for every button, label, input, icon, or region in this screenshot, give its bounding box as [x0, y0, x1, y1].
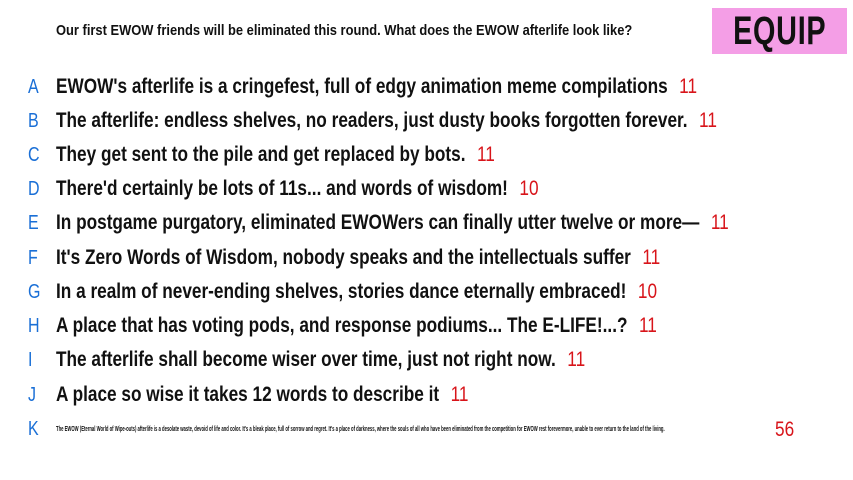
word-count: 11 — [642, 246, 661, 269]
response-letter: E — [28, 212, 39, 234]
response-letter: I — [28, 349, 33, 371]
response-row-e: E In postgame purgatory, eliminated EWOW… — [0, 208, 853, 238]
response-letter: F — [28, 247, 38, 269]
response-row-f: F It's Zero Words of Wisdom, nobody spea… — [0, 243, 853, 273]
response-text: EWOW's afterlife is a cringefest, full o… — [56, 75, 668, 98]
response-line: The afterlife: endless shelves, no reade… — [56, 109, 717, 133]
response-row-d: D There'd certainly be lots of 11s... an… — [0, 174, 853, 204]
word-count: 10 — [519, 177, 539, 200]
response-text: The EWOW (Eternal World of Wipe-outs) af… — [56, 424, 665, 433]
word-count: 11 — [679, 75, 698, 98]
response-row-g: G In a realm of never-ending shelves, st… — [0, 277, 853, 307]
response-letter: G — [28, 281, 41, 303]
response-letter: K — [28, 418, 39, 440]
response-letter: A — [28, 76, 39, 98]
response-line: In postgame purgatory, eliminated EWOWer… — [56, 211, 729, 235]
response-line: It's Zero Words of Wisdom, nobody speaks… — [56, 246, 660, 270]
response-letter: H — [28, 315, 40, 337]
response-text: The afterlife: endless shelves, no reade… — [56, 109, 688, 132]
word-count: 56 — [775, 418, 795, 441]
response-row-j: J A place so wise it takes 12 words to d… — [0, 380, 853, 410]
response-line: EWOW's afterlife is a cringefest, full o… — [56, 75, 697, 99]
response-text: It's Zero Words of Wisdom, nobody speaks… — [56, 246, 631, 269]
response-text: The afterlife shall become wiser over ti… — [56, 348, 556, 371]
response-row-c: C They get sent to the pile and get repl… — [0, 140, 853, 170]
prompt-text: Our first EWOW friends will be eliminate… — [56, 22, 633, 39]
word-count: 11 — [638, 314, 657, 337]
response-line: A place so wise it takes 12 words to des… — [56, 383, 468, 407]
response-line: A place that has voting pods, and respon… — [56, 314, 657, 338]
response-row-b: B The afterlife: endless shelves, no rea… — [0, 106, 853, 136]
equip-logo-label: EQUIP — [732, 8, 827, 53]
response-row-h: H A place that has voting pods, and resp… — [0, 311, 853, 341]
word-count: 11 — [699, 109, 717, 132]
word-count: 11 — [450, 383, 469, 406]
word-count: 11 — [477, 143, 495, 166]
response-text: There'd certainly be lots of 11s... and … — [56, 177, 508, 200]
response-text: A place that has voting pods, and respon… — [56, 314, 628, 337]
response-text: In a realm of never-ending shelves, stor… — [56, 280, 627, 303]
response-row-k: K The EWOW (Eternal World of Wipe-outs) … — [0, 414, 853, 444]
word-count: 11 — [710, 211, 729, 234]
response-line: They get sent to the pile and get replac… — [56, 143, 495, 167]
response-letter: C — [28, 144, 40, 166]
equip-logo: EQUIP — [712, 8, 847, 54]
response-line: The afterlife shall become wiser over ti… — [56, 348, 585, 372]
response-text: They get sent to the pile and get replac… — [56, 143, 466, 166]
response-letter: B — [28, 110, 39, 132]
word-count: 10 — [637, 280, 658, 303]
response-letter: D — [28, 178, 40, 200]
response-row-i: I The afterlife shall become wiser over … — [0, 345, 853, 375]
response-row-a: A EWOW's afterlife is a cringefest, full… — [0, 72, 853, 102]
response-text: In postgame purgatory, eliminated EWOWer… — [56, 211, 700, 234]
response-text: A place so wise it takes 12 words to des… — [56, 383, 440, 406]
response-line: There'd certainly be lots of 11s... and … — [56, 177, 539, 201]
response-line: In a realm of never-ending shelves, stor… — [56, 280, 657, 304]
response-letter: J — [28, 384, 36, 406]
word-count: 11 — [567, 348, 586, 371]
